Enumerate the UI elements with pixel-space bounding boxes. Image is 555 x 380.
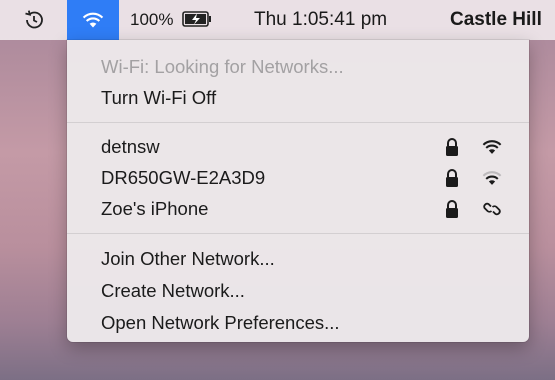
fast-user-switch[interactable]: Castle Hill [450, 9, 542, 31]
lock-icon [446, 200, 458, 218]
menubar-clock[interactable]: Thu 1:05:41 pm [254, 9, 387, 31]
network-item-detnsw[interactable]: detnsw [101, 136, 160, 158]
network-item-dr650gw[interactable]: DR650GW-E2A3D9 [101, 167, 265, 189]
create-network-item[interactable]: Create Network... [101, 280, 245, 302]
turn-wifi-off-item[interactable]: Turn Wi-Fi Off [101, 87, 216, 109]
open-network-preferences-item[interactable]: Open Network Preferences... [101, 312, 340, 334]
menu-bar: 100% Thu 1:05:41 pm Castle Hill [0, 0, 555, 40]
battery-percentage[interactable]: 100% [130, 10, 173, 30]
wifi-menu: Wi-Fi: Looking for Networks... Turn Wi-F… [67, 40, 529, 342]
wifi-status-button[interactable] [67, 0, 119, 40]
wifi-signal-icon [482, 171, 502, 185]
join-other-network-item[interactable]: Join Other Network... [101, 248, 275, 270]
lock-icon [446, 169, 458, 187]
time-machine-icon[interactable] [22, 8, 46, 32]
battery-charging-icon[interactable] [182, 11, 212, 27]
lock-icon [446, 138, 458, 156]
personal-hotspot-icon [483, 202, 501, 216]
wifi-signal-icon [482, 140, 502, 154]
menu-separator [67, 233, 529, 234]
network-item-zoes-iphone[interactable]: Zoe's iPhone [101, 198, 208, 220]
wifi-icon [82, 12, 104, 28]
menu-separator [67, 122, 529, 123]
wifi-status-text: Wi-Fi: Looking for Networks... [101, 56, 344, 77]
